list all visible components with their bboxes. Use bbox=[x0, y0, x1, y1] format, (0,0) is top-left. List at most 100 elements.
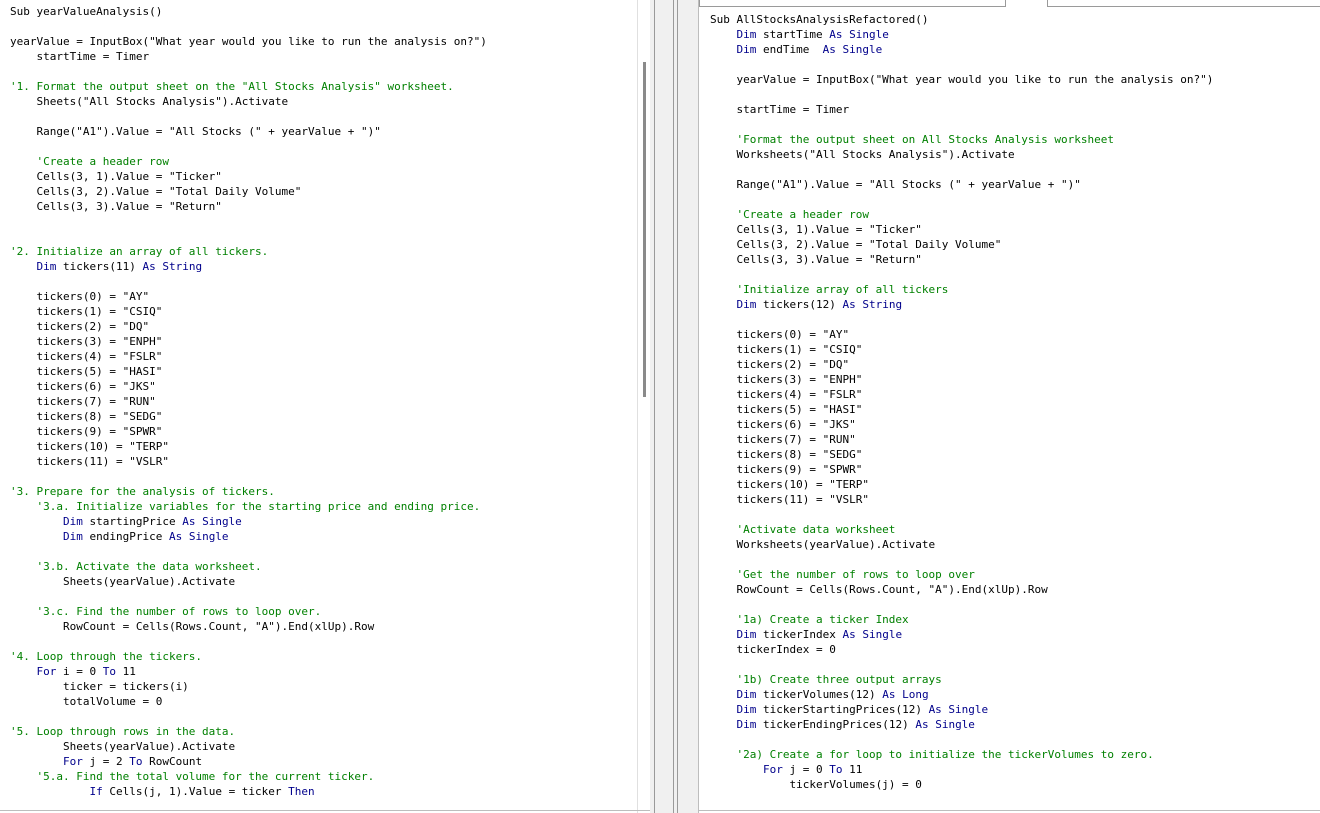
code-line[interactable]: tickers(7) = "RUN" bbox=[710, 432, 855, 447]
code-line[interactable]: Cells(3, 1).Value = "Ticker" bbox=[10, 169, 221, 184]
code-line[interactable]: tickers(3) = "ENPH" bbox=[10, 334, 162, 349]
code-comment: '3. Prepare for the analysis of tickers. bbox=[10, 485, 275, 498]
code-line[interactable]: tickers(7) = "RUN" bbox=[10, 394, 155, 409]
code-line[interactable]: tickers(8) = "SEDG" bbox=[710, 447, 862, 462]
code-line[interactable]: For i = 0 To 11 bbox=[10, 664, 136, 679]
code-line[interactable]: Cells(3, 2).Value = "Total Daily Volume" bbox=[10, 184, 301, 199]
code-line[interactable]: tickers(9) = "SPWR" bbox=[710, 462, 862, 477]
code-line[interactable]: '5.a. Find the total volume for the curr… bbox=[10, 769, 374, 784]
code-line[interactable]: tickers(4) = "FSLR" bbox=[10, 349, 162, 364]
code-keyword: For bbox=[62, 755, 83, 768]
code-line[interactable]: Dim startTime As Single bbox=[710, 27, 889, 42]
code-line[interactable]: Cells(3, 2).Value = "Total Daily Volume" bbox=[710, 237, 1001, 252]
code-line[interactable]: 'Initialize array of all tickers bbox=[710, 282, 948, 297]
code-line[interactable]: '1b) Create three output arrays bbox=[710, 672, 941, 687]
code-line[interactable]: 'Get the number of rows to loop over bbox=[710, 567, 975, 582]
code-line[interactable]: tickers(5) = "HASI" bbox=[10, 364, 162, 379]
code-line[interactable]: '3.a. Initialize variables for the start… bbox=[10, 499, 480, 514]
code-line[interactable]: RowCount = Cells(Rows.Count, "A").End(xl… bbox=[710, 582, 1048, 597]
code-line[interactable]: tickers(3) = "ENPH" bbox=[710, 372, 862, 387]
code-line[interactable]: tickers(11) = "VSLR" bbox=[10, 454, 168, 469]
code-line[interactable]: Cells(3, 3).Value = "Return" bbox=[710, 252, 921, 267]
code-line[interactable]: '5. Loop through rows in the data. bbox=[10, 724, 235, 739]
code-line[interactable]: Cells(3, 1).Value = "Ticker" bbox=[710, 222, 921, 237]
code-line[interactable]: Sub yearValueAnalysis() bbox=[10, 4, 162, 19]
code-line[interactable]: tickerIndex = 0 bbox=[710, 642, 835, 657]
code-line[interactable]: '1. Format the output sheet on the "All … bbox=[10, 79, 454, 94]
right-code-window[interactable]: Sub AllStocksAnalysisRefactored() Dim st… bbox=[698, 0, 1320, 813]
code-line[interactable]: Cells(3, 3).Value = "Return" bbox=[10, 199, 221, 214]
code-line[interactable]: Dim tickerVolumes(12) As Long bbox=[710, 687, 929, 702]
code-line[interactable]: Dim endTime As Single bbox=[710, 42, 883, 57]
code-comment: 'Get the number of rows to loop over bbox=[710, 568, 975, 581]
right-bottom-divider bbox=[699, 810, 1320, 811]
code-line[interactable]: tickers(4) = "FSLR" bbox=[710, 387, 862, 402]
code-line[interactable]: tickerVolumes(j) = 0 bbox=[710, 777, 921, 792]
code-line[interactable]: RowCount = Cells(Rows.Count, "A").End(xl… bbox=[10, 619, 374, 634]
code-line[interactable]: startTime = Timer bbox=[710, 102, 849, 117]
code-line[interactable]: tickers(1) = "CSIQ" bbox=[10, 304, 162, 319]
code-comment: '1. Format the output sheet on the "All … bbox=[10, 80, 454, 93]
code-line[interactable]: Sheets("All Stocks Analysis").Activate bbox=[10, 94, 288, 109]
code-comment: 'Format the output sheet on All Stocks A… bbox=[710, 133, 1114, 146]
left-vertical-scrollbar[interactable] bbox=[637, 0, 650, 813]
code-line[interactable]: For j = 2 To RowCount bbox=[10, 754, 202, 769]
code-line[interactable]: tickers(8) = "SEDG" bbox=[10, 409, 162, 424]
code-line[interactable]: tickers(11) = "VSLR" bbox=[710, 492, 869, 507]
code-line[interactable]: Dim tickerStartingPrices(12) As Single bbox=[710, 702, 989, 717]
code-line[interactable]: tickers(0) = "AY" bbox=[710, 327, 849, 342]
code-line[interactable]: tickers(2) = "DQ" bbox=[10, 319, 149, 334]
code-line[interactable]: Dim startingPrice As Single bbox=[10, 514, 242, 529]
code-line[interactable]: startTime = Timer bbox=[10, 49, 149, 64]
code-line[interactable]: Sheets(yearValue).Activate bbox=[10, 574, 235, 589]
code-line[interactable]: ticker = tickers(i) bbox=[10, 679, 189, 694]
code-line[interactable]: Dim endingPrice As Single bbox=[10, 529, 229, 544]
code-line[interactable]: yearValue = InputBox("What year would yo… bbox=[10, 34, 487, 49]
gutter-divider-line bbox=[677, 0, 678, 813]
code-line[interactable]: Worksheets("All Stocks Analysis").Activa… bbox=[710, 147, 1014, 162]
code-text: tickers(11) = "VSLR" bbox=[710, 493, 869, 506]
code-line[interactable]: '4. Loop through the tickers. bbox=[10, 649, 202, 664]
code-line[interactable]: '1a) Create a ticker Index bbox=[710, 612, 908, 627]
code-line[interactable]: For j = 0 To 11 bbox=[710, 762, 862, 777]
code-line[interactable]: If Cells(j, 1).Value = ticker Then bbox=[10, 784, 314, 799]
code-line[interactable]: Range("A1").Value = "All Stocks (" + yea… bbox=[10, 124, 380, 139]
code-line[interactable]: tickers(1) = "CSIQ" bbox=[710, 342, 862, 357]
code-line[interactable]: yearValue = InputBox("What year would yo… bbox=[710, 72, 1213, 87]
code-line[interactable]: '3.c. Find the number of rows to loop ov… bbox=[10, 604, 321, 619]
left-scrollbar-thumb[interactable] bbox=[643, 62, 646, 397]
code-line[interactable]: Dim tickers(11) As String bbox=[10, 259, 203, 274]
code-text: RowCount = Cells(Rows.Count, "A").End(xl… bbox=[710, 583, 1048, 596]
code-line[interactable]: '3. Prepare for the analysis of tickers. bbox=[10, 484, 275, 499]
code-line[interactable]: '2a) Create a for loop to initialize the… bbox=[710, 747, 1153, 762]
code-keyword: As Single bbox=[168, 530, 229, 543]
code-line[interactable]: tickers(5) = "HASI" bbox=[710, 402, 862, 417]
code-line[interactable]: Sheets(yearValue).Activate bbox=[10, 739, 235, 754]
code-line[interactable]: tickers(0) = "AY" bbox=[10, 289, 149, 304]
code-line[interactable]: 'Create a header row bbox=[10, 154, 168, 169]
code-line[interactable]: Dim tickerEndingPrices(12) As Single bbox=[710, 717, 975, 732]
code-line[interactable]: '3.b. Activate the data worksheet. bbox=[10, 559, 261, 574]
code-line[interactable]: tickers(2) = "DQ" bbox=[710, 357, 849, 372]
code-line[interactable]: '2. Initialize an array of all tickers. bbox=[10, 244, 268, 259]
code-line[interactable]: tickers(9) = "SPWR" bbox=[10, 424, 162, 439]
code-text: tickers(9) = "SPWR" bbox=[710, 463, 863, 476]
code-line[interactable]: tickers(10) = "TERP" bbox=[710, 477, 869, 492]
code-line[interactable]: totalVolume = 0 bbox=[10, 694, 162, 709]
code-text: tickers(10) = "TERP" bbox=[710, 478, 869, 491]
right-window-top-frame bbox=[699, 0, 1006, 7]
code-line[interactable]: 'Create a header row bbox=[710, 207, 868, 222]
code-line[interactable]: Sub AllStocksAnalysisRefactored() bbox=[710, 12, 929, 27]
code-line[interactable]: Worksheets(yearValue).Activate bbox=[710, 537, 935, 552]
code-line[interactable]: tickers(6) = "JKS" bbox=[710, 417, 855, 432]
code-line[interactable]: 'Format the output sheet on All Stocks A… bbox=[710, 132, 1114, 147]
code-line[interactable]: Range("A1").Value = "All Stocks (" + yea… bbox=[710, 177, 1080, 192]
code-line[interactable]: Dim tickerIndex As Single bbox=[710, 627, 903, 642]
code-line[interactable]: tickers(6) = "JKS" bbox=[10, 379, 155, 394]
code-line[interactable]: 'Activate data worksheet bbox=[710, 522, 895, 537]
code-line[interactable]: Dim tickers(12) As String bbox=[710, 297, 903, 312]
left-code-window[interactable]: Sub yearValueAnalysis() yearValue = Input… bbox=[0, 0, 651, 813]
code-line[interactable]: tickers(10) = "TERP" bbox=[10, 439, 168, 454]
